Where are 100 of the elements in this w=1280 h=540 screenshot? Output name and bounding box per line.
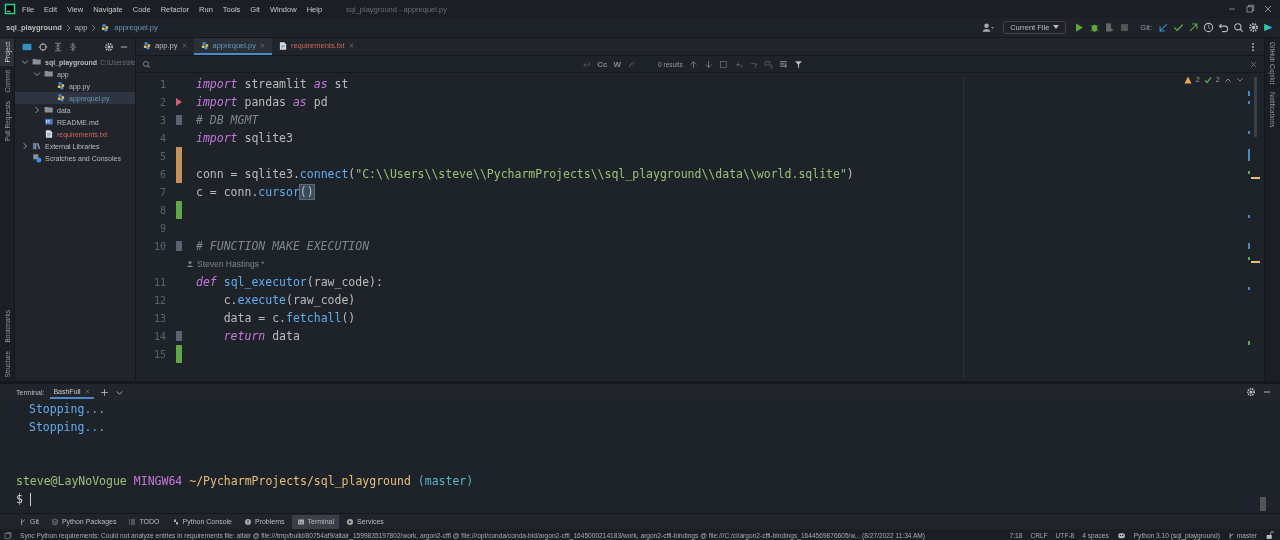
git-icon [19, 517, 27, 526]
code-line: import streamlit as st [196, 77, 349, 91]
caret-icon [1053, 25, 1060, 30]
expand-all-icon[interactable] [53, 41, 63, 52]
select-occurrences-icon[interactable] [763, 59, 773, 69]
code-line: # FUNCTION MAKE EXECUTION [196, 239, 370, 253]
problems-icon [243, 517, 252, 526]
up-arrow-icon[interactable] [688, 59, 698, 69]
change-marker[interactable] [176, 98, 182, 106]
line-number: 13 [152, 312, 166, 324]
project-view-icon[interactable] [21, 41, 33, 52]
match-case-toggle[interactable]: Cc [597, 59, 608, 69]
event-log-icon[interactable] [4, 531, 12, 540]
change-marker[interactable] [176, 345, 182, 363]
update-arrow-icon[interactable] [1158, 22, 1169, 33]
line-number: 12 [152, 294, 166, 306]
scratch-icon [32, 153, 42, 163]
code-line: data = c.fetchall() [222, 311, 356, 325]
change-marker[interactable] [176, 331, 182, 341]
branch-icon [1227, 531, 1235, 540]
chevron-icon [65, 23, 71, 32]
line-number: 14 [152, 330, 166, 342]
python-icon [56, 81, 66, 91]
add-selection-icon[interactable] [733, 59, 743, 69]
text-icon [277, 40, 288, 51]
select-all-icon[interactable] [718, 59, 728, 69]
line-number: 1 [158, 78, 166, 90]
chevron-icon [91, 23, 97, 32]
regex-icon[interactable] [627, 59, 637, 69]
warning-icon [1183, 75, 1192, 84]
debug-icon[interactable] [1089, 22, 1101, 33]
new-line-icon[interactable] [582, 59, 592, 69]
app-logo-icon [4, 3, 16, 15]
close-icon[interactable] [83, 387, 91, 395]
search-icon [142, 59, 151, 69]
settings-icon[interactable] [104, 41, 114, 52]
change-marker[interactable] [176, 241, 182, 251]
scrollbar[interactable] [1260, 497, 1266, 511]
line-number: 6 [158, 168, 166, 180]
code-line: c.execute(raw_code) [222, 293, 356, 307]
user-dropdown-icon[interactable] [981, 21, 996, 34]
run-icon[interactable] [1074, 22, 1086, 33]
line-number: 4 [158, 132, 166, 144]
line-number: 7 [158, 186, 166, 198]
collapse-all-icon[interactable] [68, 41, 78, 52]
python-icon [56, 93, 66, 103]
code-line: import sqlite3 [196, 131, 293, 145]
terminal-output: Stopping... [28, 402, 106, 416]
close-icon[interactable] [180, 42, 188, 49]
line-number: 8 [158, 204, 166, 216]
copilot-icon[interactable] [1116, 531, 1126, 540]
prompt-branch: (master) [417, 474, 474, 488]
change-marker[interactable] [176, 201, 182, 219]
code-line: import pandas as pd [196, 95, 328, 109]
packages-icon [50, 517, 59, 526]
person-icon [186, 260, 194, 268]
line-number: 11 [152, 276, 166, 288]
change-marker[interactable] [176, 147, 182, 165]
whole-words-toggle[interactable]: W [613, 59, 622, 69]
todo-icon [128, 517, 137, 526]
settings-icon[interactable] [1248, 22, 1259, 33]
add-icon[interactable] [99, 387, 109, 397]
services-icon [346, 517, 354, 526]
stop-icon[interactable] [1119, 22, 1131, 33]
filter-icon[interactable] [793, 59, 803, 69]
markdown-icon [44, 117, 54, 127]
line-number: 5 [158, 150, 166, 162]
close-icon[interactable] [347, 42, 355, 49]
coverage-icon[interactable] [1104, 22, 1116, 33]
text-icon [44, 129, 54, 139]
close-icon[interactable] [1249, 59, 1258, 69]
filter-lines-icon[interactable] [778, 59, 788, 69]
code-line: conn = sqlite3.connect("C:\\Users\\steve\\PycharmProjects\\sql_playground\\data\\world.sqlite") [196, 167, 854, 181]
author-hint[interactable]: Steven Hastings * [186, 259, 265, 269]
python-icon [100, 22, 111, 33]
undo-icon[interactable] [1218, 22, 1229, 33]
weak-warning-icon [1203, 75, 1212, 84]
line-number: 10 [152, 240, 166, 252]
commit-check-icon[interactable] [1173, 22, 1184, 33]
python-icon [199, 40, 210, 51]
error-stripe-drawing[interactable] [1248, 77, 1260, 347]
code-line: c = conn.cursor() [196, 185, 314, 199]
console-icon [171, 517, 180, 526]
close-icon[interactable] [258, 42, 266, 49]
prompt-host: MINGW64 [133, 474, 183, 488]
down-arrow-icon[interactable] [703, 59, 713, 69]
locate-icon[interactable] [38, 41, 48, 52]
search-icon[interactable] [1233, 22, 1244, 33]
line-number: 3 [158, 114, 166, 126]
change-marker[interactable] [176, 115, 182, 125]
toolbox-logo-icon[interactable] [1263, 22, 1274, 33]
settings-icon[interactable] [1246, 387, 1256, 397]
change-marker[interactable] [176, 165, 182, 183]
terminal-icon [296, 517, 305, 526]
next-icon[interactable] [1236, 75, 1244, 84]
history-clock-icon[interactable] [1203, 22, 1214, 33]
push-arrow-icon[interactable] [1188, 22, 1199, 33]
lock-icon[interactable] [1265, 531, 1274, 540]
code-line: # DB MGMT [196, 113, 259, 127]
code-line: def sql_executor(raw_code): [196, 275, 383, 289]
